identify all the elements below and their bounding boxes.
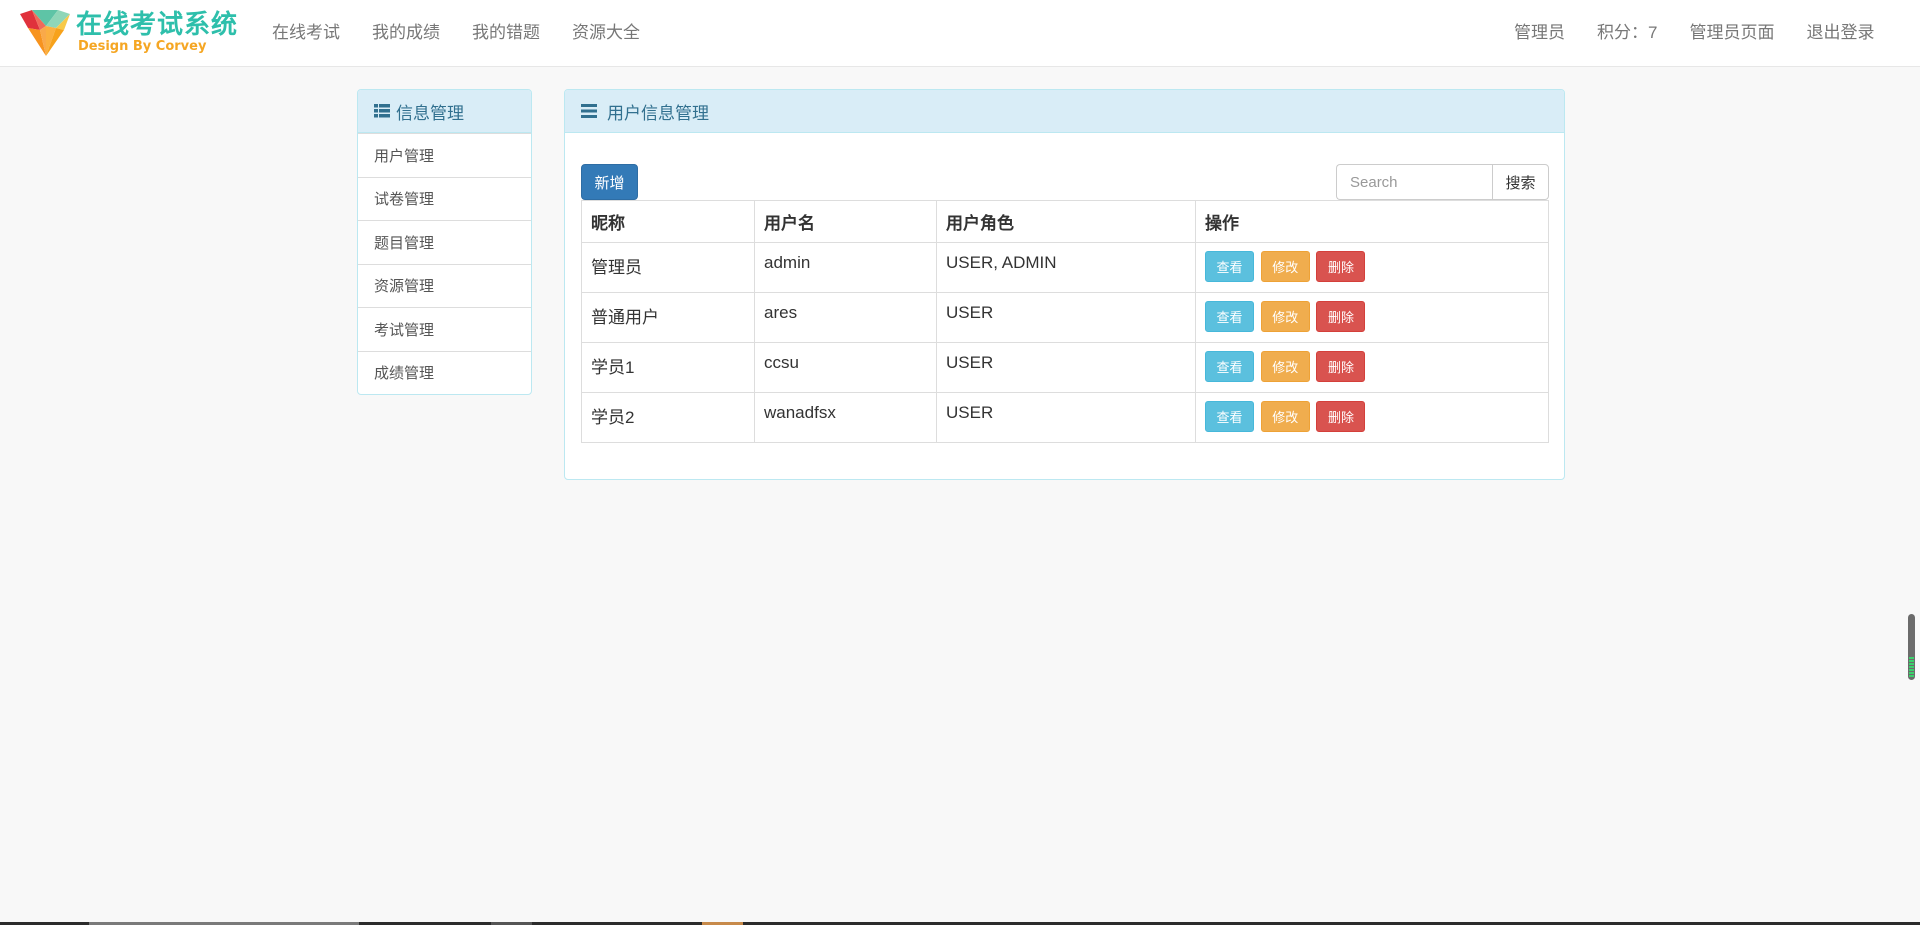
table-row: 学员2 wanadfsx USER 查看 修改 删除 bbox=[581, 392, 1549, 443]
edit-button[interactable]: 修改 bbox=[1260, 401, 1310, 432]
sidebar-item-questions[interactable]: 题目管理 bbox=[358, 220, 531, 264]
cell-nickname: 普通用户 bbox=[581, 292, 755, 343]
logo-icon bbox=[20, 10, 70, 56]
nav-my-scores[interactable]: 我的成绩 bbox=[356, 0, 456, 66]
cell-nickname: 学员1 bbox=[581, 342, 755, 393]
cell-nickname: 学员2 bbox=[581, 392, 755, 443]
main-heading: 用户信息管理 bbox=[565, 90, 1564, 133]
table-row: 普通用户 ares USER 查看 修改 删除 bbox=[581, 292, 1549, 343]
search-input[interactable] bbox=[1336, 164, 1492, 200]
nav-online-exam[interactable]: 在线考试 bbox=[256, 0, 356, 66]
nav-points[interactable]: 积分：7 bbox=[1581, 0, 1673, 66]
main-heading-label: 用户信息管理 bbox=[607, 103, 709, 123]
cell-actions: 查看 修改 删除 bbox=[1195, 292, 1549, 343]
table-header-row: 昵称 用户名 用户角色 操作 bbox=[581, 200, 1549, 243]
nav-username[interactable]: 管理员 bbox=[1498, 0, 1581, 66]
sidebar-heading-label: 信息管理 bbox=[396, 103, 464, 123]
sidebar-item-resources[interactable]: 资源管理 bbox=[358, 263, 531, 308]
table-row: 学员1 ccsu USER 查看 修改 删除 bbox=[581, 342, 1549, 393]
delete-button[interactable]: 删除 bbox=[1316, 401, 1366, 432]
sidebar-item-papers[interactable]: 试卷管理 bbox=[358, 176, 531, 221]
delete-button[interactable]: 删除 bbox=[1316, 351, 1366, 382]
edit-button[interactable]: 修改 bbox=[1260, 301, 1310, 332]
nav-resources[interactable]: 资源大全 bbox=[556, 0, 656, 66]
view-button[interactable]: 查看 bbox=[1205, 251, 1254, 282]
view-button[interactable]: 查看 bbox=[1205, 401, 1254, 432]
column-header-nickname: 昵称 bbox=[581, 200, 755, 243]
cell-username: ccsu bbox=[754, 342, 937, 393]
cell-roles: USER bbox=[936, 392, 1196, 443]
user-table: 昵称 用户名 用户角色 操作 管理员 admin USER, ADMIN 查看 … bbox=[581, 200, 1549, 443]
user-nav: 管理员 积分：7 管理员页面 退出登录 bbox=[1498, 0, 1890, 66]
level-indicator bbox=[1909, 657, 1914, 677]
nav-my-mistakes[interactable]: 我的错题 bbox=[456, 0, 556, 66]
cell-username: admin bbox=[754, 242, 937, 293]
cell-roles: USER, ADMIN bbox=[936, 242, 1196, 293]
brand-title: 在线考试系统 bbox=[76, 10, 239, 40]
top-navbar: 在线考试系统 Design By Corvey 在线考试 我的成绩 我的错题 资… bbox=[0, 0, 1920, 67]
add-user-button[interactable]: 新增 bbox=[581, 164, 638, 200]
delete-button[interactable]: 删除 bbox=[1316, 301, 1366, 332]
column-header-roles: 用户角色 bbox=[936, 200, 1196, 243]
cell-roles: USER bbox=[936, 342, 1196, 393]
nav-admin-page[interactable]: 管理员页面 bbox=[1673, 0, 1790, 66]
table-row: 管理员 admin USER, ADMIN 查看 修改 删除 bbox=[581, 242, 1549, 293]
list-icon bbox=[374, 104, 390, 118]
cell-username: ares bbox=[754, 292, 937, 343]
brand-logo[interactable]: 在线考试系统 Design By Corvey bbox=[18, 6, 248, 58]
nav-logout[interactable]: 退出登录 bbox=[1790, 0, 1890, 66]
cell-actions: 查看 修改 删除 bbox=[1195, 242, 1549, 293]
sidebar-panel: 信息管理 用户管理 试卷管理 题目管理 资源管理 考试管理 成绩管理 bbox=[357, 89, 532, 395]
main-nav: 在线考试 我的成绩 我的错题 资源大全 bbox=[256, 0, 656, 66]
search-button[interactable]: 搜索 bbox=[1492, 164, 1549, 200]
cell-actions: 查看 修改 删除 bbox=[1195, 392, 1549, 443]
column-header-actions: 操作 bbox=[1195, 200, 1549, 243]
cell-roles: USER bbox=[936, 292, 1196, 343]
view-button[interactable]: 查看 bbox=[1205, 351, 1254, 382]
edit-button[interactable]: 修改 bbox=[1260, 351, 1310, 382]
hamburger-icon bbox=[581, 104, 597, 118]
user-management-panel: 用户信息管理 新增 搜索 昵称 用户名 用户角色 操作 管理员 admin US… bbox=[564, 89, 1565, 480]
cell-username: wanadfsx bbox=[754, 392, 937, 443]
view-button[interactable]: 查看 bbox=[1205, 301, 1254, 332]
sidebar-heading: 信息管理 bbox=[358, 90, 531, 133]
cell-actions: 查看 修改 删除 bbox=[1195, 342, 1549, 393]
floating-level-widget[interactable] bbox=[1908, 614, 1915, 680]
sidebar-item-scores[interactable]: 成绩管理 bbox=[358, 350, 531, 395]
search-group: 搜索 bbox=[1336, 164, 1549, 200]
cell-nickname: 管理员 bbox=[581, 242, 755, 293]
column-header-username: 用户名 bbox=[754, 200, 937, 243]
sidebar-item-exams[interactable]: 考试管理 bbox=[358, 307, 531, 351]
brand-subtitle: Design By Corvey bbox=[78, 39, 207, 54]
sidebar-item-users[interactable]: 用户管理 bbox=[358, 133, 531, 177]
edit-button[interactable]: 修改 bbox=[1260, 251, 1310, 282]
delete-button[interactable]: 删除 bbox=[1316, 251, 1366, 282]
